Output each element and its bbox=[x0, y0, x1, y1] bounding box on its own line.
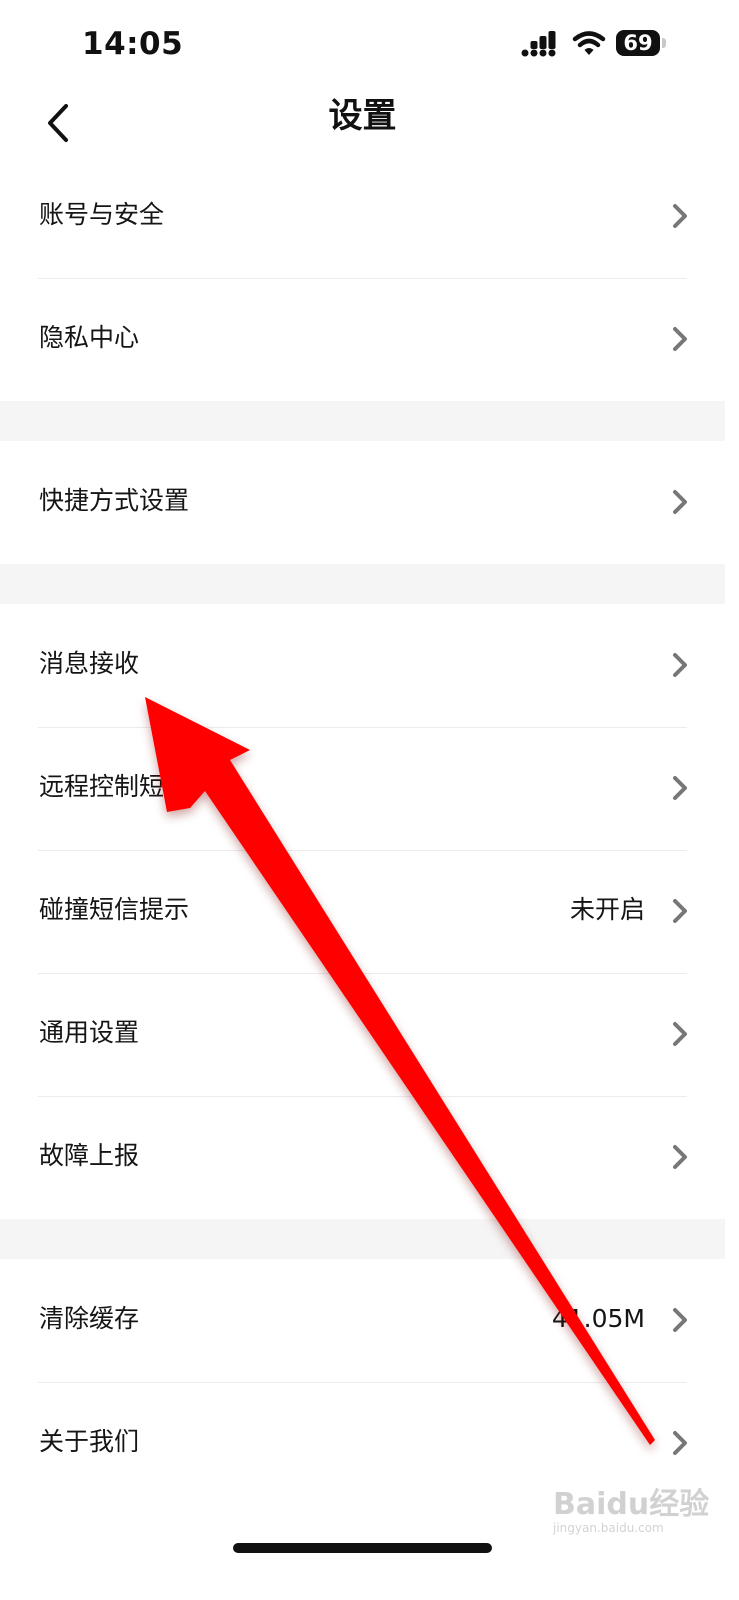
shortcut-settings-label: 快捷方式设置 bbox=[39, 486, 190, 515]
collision-sms-alert-row[interactable]: 碰撞短信提示 未开启 bbox=[0, 850, 725, 973]
settings-group-account: 账号与安全 隐私中心 bbox=[0, 155, 725, 401]
chevron-right-icon bbox=[673, 899, 687, 923]
account-security-row[interactable]: 账号与安全 bbox=[0, 155, 725, 278]
navigation-bar: 设置 bbox=[0, 88, 725, 160]
privacy-center-label: 隐私中心 bbox=[39, 323, 140, 352]
settings-group-storage-about: 清除缓存 41.05M 关于我们 bbox=[0, 1259, 725, 1505]
settings-page: 14:05 69 设置 账号与安全 隐私中心 快捷方式设置 消息接收 远程控制短… bbox=[0, 0, 725, 1600]
account-security-label: 账号与安全 bbox=[39, 200, 165, 229]
battery-tip bbox=[662, 38, 666, 48]
page-title: 设置 bbox=[328, 96, 397, 136]
message-receiving-row[interactable]: 消息接收 bbox=[0, 604, 725, 727]
clear-cache-label: 清除缓存 bbox=[39, 1304, 140, 1333]
cache-size-value: 41.05M bbox=[551, 1304, 645, 1333]
settings-group-notifications: 消息接收 远程控制短 碰撞短信提示 未开启 通用设置 故障上报 bbox=[0, 604, 725, 1219]
chevron-right-icon bbox=[673, 1022, 687, 1046]
status-time: 14:05 bbox=[82, 26, 184, 62]
wifi-icon bbox=[572, 31, 606, 55]
chevron-right-icon bbox=[673, 204, 687, 228]
chevron-right-icon bbox=[673, 1145, 687, 1169]
settings-group-shortcuts: 快捷方式设置 bbox=[0, 441, 725, 564]
fault-report-row[interactable]: 故障上报 bbox=[0, 1096, 725, 1219]
chevron-right-icon bbox=[673, 1308, 687, 1332]
section-gap bbox=[0, 1219, 725, 1259]
status-icons: 69 bbox=[520, 28, 680, 62]
general-settings-row[interactable]: 通用设置 bbox=[0, 973, 725, 1096]
chevron-right-icon bbox=[673, 776, 687, 800]
shortcut-settings-row[interactable]: 快捷方式设置 bbox=[0, 441, 725, 564]
baidu-watermark-url: jingyan.baidu.com bbox=[553, 1521, 664, 1535]
chevron-right-icon bbox=[673, 327, 687, 351]
about-us-label: 关于我们 bbox=[39, 1427, 140, 1456]
battery-icon: 69 bbox=[616, 30, 670, 58]
fault-report-label: 故障上报 bbox=[39, 1141, 140, 1170]
message-receiving-label: 消息接收 bbox=[39, 649, 140, 678]
remote-control-sms-row[interactable]: 远程控制短 bbox=[0, 727, 725, 850]
home-indicator bbox=[233, 1543, 492, 1553]
section-gap bbox=[0, 401, 725, 441]
chevron-right-icon bbox=[673, 653, 687, 677]
signal-icon bbox=[521, 31, 556, 57]
status-bar: 14:05 69 bbox=[0, 0, 725, 88]
battery-level: 69 bbox=[616, 30, 660, 56]
section-gap bbox=[0, 564, 725, 604]
baidu-watermark: Baidu经验 jingyan.baidu.com bbox=[553, 1487, 710, 1560]
clear-cache-row[interactable]: 清除缓存 41.05M bbox=[0, 1259, 725, 1382]
collision-sms-alert-label: 碰撞短信提示 bbox=[39, 895, 190, 924]
chevron-right-icon bbox=[673, 1431, 687, 1455]
general-settings-label: 通用设置 bbox=[39, 1018, 140, 1047]
chevron-right-icon bbox=[673, 490, 687, 514]
collision-sms-alert-status: 未开启 bbox=[569, 895, 645, 924]
settings-list: 账号与安全 隐私中心 快捷方式设置 消息接收 远程控制短 碰撞短信提示 未开启 … bbox=[0, 155, 725, 1505]
baidu-watermark-text: Baidu经验 bbox=[553, 1487, 710, 1522]
privacy-center-row[interactable]: 隐私中心 bbox=[0, 278, 725, 401]
remote-control-sms-label: 远程控制短 bbox=[39, 772, 165, 801]
